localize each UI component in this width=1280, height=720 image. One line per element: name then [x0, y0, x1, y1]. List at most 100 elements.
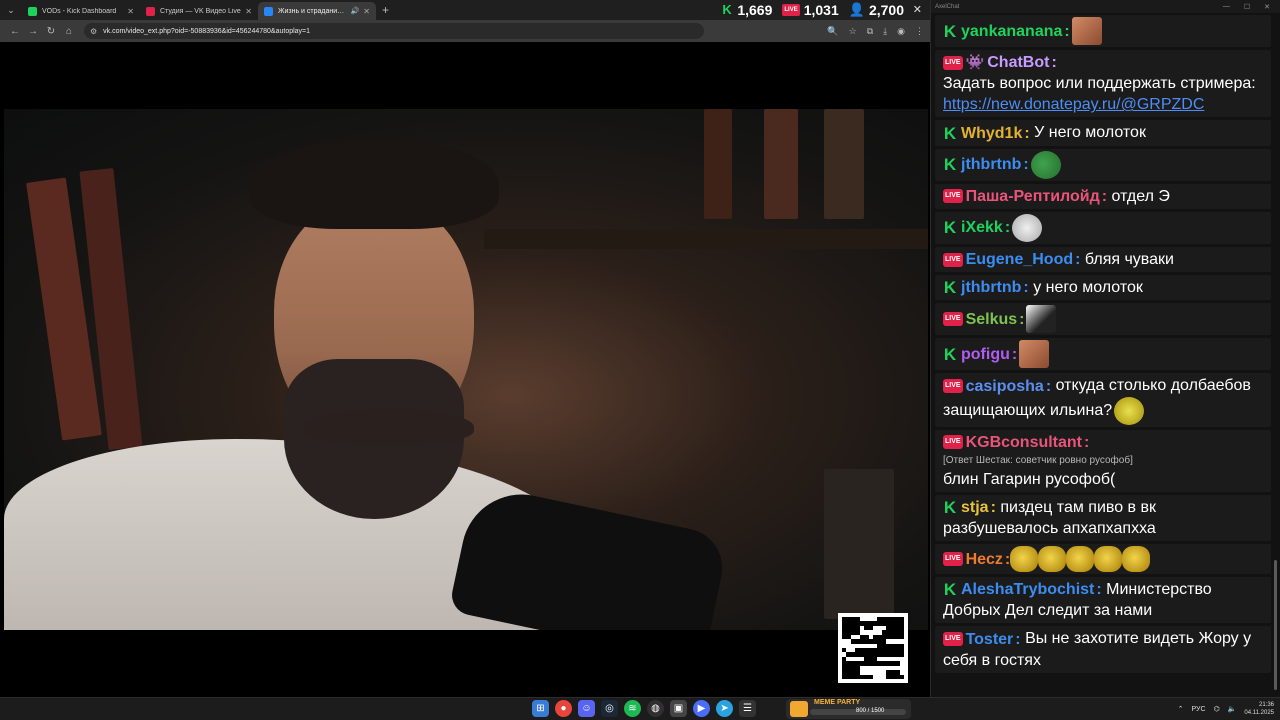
close-tab-icon[interactable]: ✕	[363, 7, 370, 16]
chat-username[interactable]: AleshaTrybochist	[961, 579, 1094, 600]
video-player[interactable]	[4, 109, 928, 630]
home-icon[interactable]: ⌂	[60, 26, 78, 37]
chat-username[interactable]: casiposha	[966, 376, 1044, 397]
username-colon: :	[1064, 22, 1070, 40]
person-icon: 👤	[848, 2, 865, 17]
chat-username[interactable]: iXekk	[961, 217, 1003, 238]
message-header: KiXekk:	[943, 217, 1010, 238]
chat-username[interactable]: Eugene_Hood	[966, 249, 1074, 270]
menu-icon[interactable]: ⋮	[915, 26, 924, 37]
username-colon: :	[1004, 219, 1011, 237]
chat-username[interactable]: ChatBot	[987, 52, 1049, 73]
obs-icon[interactable]: ◍	[647, 700, 664, 717]
kick-platform-icon: K	[943, 344, 957, 364]
profile-icon[interactable]: ◉	[897, 26, 905, 37]
chat-window: AxelChat — ☐ ✕ Kyankananana: LIVE 👾 ChatBot…	[930, 0, 1280, 697]
donate-link[interactable]: https://new.donatepay.ru/@GRPZDC	[943, 96, 1204, 113]
site-info-icon[interactable]: ⚙	[90, 27, 97, 36]
message-header: LIVE Eugene_Hood:	[943, 249, 1080, 270]
page-content	[0, 42, 930, 697]
address-bar[interactable]: ⚙ vk.com/video_ext.php?oid=-50883936&id=…	[84, 23, 704, 39]
chat-app-icon[interactable]: ☰	[739, 700, 756, 717]
close-icon[interactable]: ✕	[1264, 3, 1270, 11]
chat-username[interactable]: Hecz	[966, 549, 1003, 570]
chat-message-list[interactable]: Kyankananana: LIVE 👾 ChatBot: Задать вопрос …	[935, 15, 1271, 676]
reload-icon[interactable]: ↻	[42, 26, 60, 37]
tab-vk-studio[interactable]: Студия — VK Видео Live ✕	[140, 2, 258, 20]
chat-username[interactable]: KGBconsultant	[966, 432, 1082, 453]
kick-platform-icon: K	[943, 278, 957, 298]
language-indicator[interactable]: РУС	[1192, 706, 1206, 713]
chat-message: Kyankananana:	[935, 15, 1271, 47]
forward-icon[interactable]: →	[24, 26, 42, 37]
speaker-icon[interactable]: 🔊	[351, 7, 360, 15]
chat-username[interactable]: yankananana	[961, 21, 1062, 42]
media-icon[interactable]: ▶	[693, 700, 710, 717]
spotify-icon[interactable]: ≋	[624, 700, 641, 717]
tab-video[interactable]: Жизнь и страдания Роман… 🔊 ✕	[258, 2, 376, 20]
tab-list-icon[interactable]: ⌄	[0, 0, 22, 20]
url-text: vk.com/video_ext.php?oid=-50883936&id=45…	[103, 27, 311, 35]
tab-kick-dashboard[interactable]: VODs - Kick Dashboard ✕	[22, 2, 140, 20]
vk-live-platform-icon: LIVE	[943, 312, 963, 327]
chat-message: LIVE casiposha: откуда столько долбаебов …	[935, 373, 1271, 427]
extensions-icon[interactable]: ⧉	[867, 26, 873, 37]
taskbar: ⊞ ● ☺ ◎ ≋ ◍ ▣ ▶ ➤ ☰ MEME PARTY 800 / 150…	[0, 697, 1280, 720]
qr-code	[838, 613, 908, 683]
bookmark-star-icon[interactable]: ☆	[849, 26, 857, 37]
chrome-icon[interactable]: ●	[555, 700, 572, 717]
chat-message: KiXekk:	[935, 211, 1271, 244]
total-viewers: 👤 2,700	[849, 2, 904, 18]
new-tab-button[interactable]: +	[382, 3, 389, 17]
close-tab-icon[interactable]: ✕	[245, 7, 252, 16]
minimize-icon[interactable]: —	[1223, 3, 1230, 11]
vk-viewers: LIVE 1,031	[782, 2, 839, 18]
vk-live-platform-icon: LIVE	[943, 379, 963, 394]
bw-emote-icon	[1026, 305, 1057, 334]
network-icon[interactable]: ⌬	[1214, 705, 1220, 713]
bot-icon: 👾	[965, 54, 985, 72]
toolbar-icons: 🔍 ☆ ⧉ ⤓ ◉ ⋮	[827, 26, 924, 37]
chat-username[interactable]: Whyd1k	[961, 123, 1022, 144]
username-colon: :	[1075, 251, 1081, 269]
download-icon[interactable]: ⤓	[883, 26, 887, 37]
chat-scrollbar[interactable]	[1274, 560, 1277, 690]
steam-icon[interactable]: ◎	[601, 700, 618, 717]
chat-window-controls: — ☐ ✕	[1223, 3, 1276, 11]
chat-username[interactable]: Паша-Рептилойд	[966, 186, 1100, 207]
chat-username[interactable]: jthbrtnb	[961, 277, 1021, 298]
person-mustache	[304, 409, 474, 445]
kick-platform-icon: K	[943, 123, 957, 143]
app-icon[interactable]: ▣	[670, 700, 687, 717]
person-hair	[249, 139, 499, 229]
username-colon: :	[1084, 433, 1090, 451]
volume-icon[interactable]: 🔈	[1228, 705, 1237, 713]
start-icon[interactable]: ⊞	[532, 700, 549, 717]
chat-message: LIVE 👾 ChatBot: Задать вопрос или поддержат…	[935, 50, 1271, 118]
clock-date: 04.11.2025	[1244, 710, 1274, 716]
chat-username[interactable]: Toster	[966, 629, 1014, 650]
clock[interactable]: 21:36 04.11.2025	[1244, 701, 1274, 717]
kick-platform-icon: K	[943, 218, 957, 238]
telegram-icon[interactable]: ➤	[716, 700, 733, 717]
chat-username[interactable]: jthbrtnb	[961, 154, 1021, 175]
chat-message: K Whyd1k: У него молоток	[935, 120, 1271, 146]
close-tab-icon[interactable]: ✕	[127, 7, 134, 16]
maximize-icon[interactable]: ☐	[1244, 3, 1250, 11]
chat-username[interactable]: stja	[961, 497, 989, 518]
chat-message: Kpofigu:	[935, 338, 1271, 371]
chat-message: LIVE KGBconsultant: [Ответ Шестак: советчи…	[935, 429, 1271, 492]
pepe-emote-icon	[1030, 150, 1061, 179]
chat-message: Kjthbrtnb:	[935, 148, 1271, 181]
discord-icon[interactable]: ☺	[578, 700, 595, 717]
chat-username[interactable]: pofigu	[961, 344, 1010, 365]
meme-party-widget[interactable]: MEME PARTY 800 / 1500	[786, 699, 911, 719]
chat-message: Kjthbrtnb: у него молоток	[935, 275, 1271, 301]
vk-live-favicon-icon	[146, 6, 155, 16]
chat-username[interactable]: Selkus	[966, 309, 1018, 330]
window-close-icon[interactable]: ✕	[913, 3, 922, 16]
back-icon[interactable]: ←	[6, 26, 24, 37]
tray-expand-icon[interactable]: ⌃	[1178, 705, 1184, 713]
message-header: LIVE casiposha:	[943, 376, 1051, 397]
zoom-icon[interactable]: 🔍	[827, 26, 838, 37]
